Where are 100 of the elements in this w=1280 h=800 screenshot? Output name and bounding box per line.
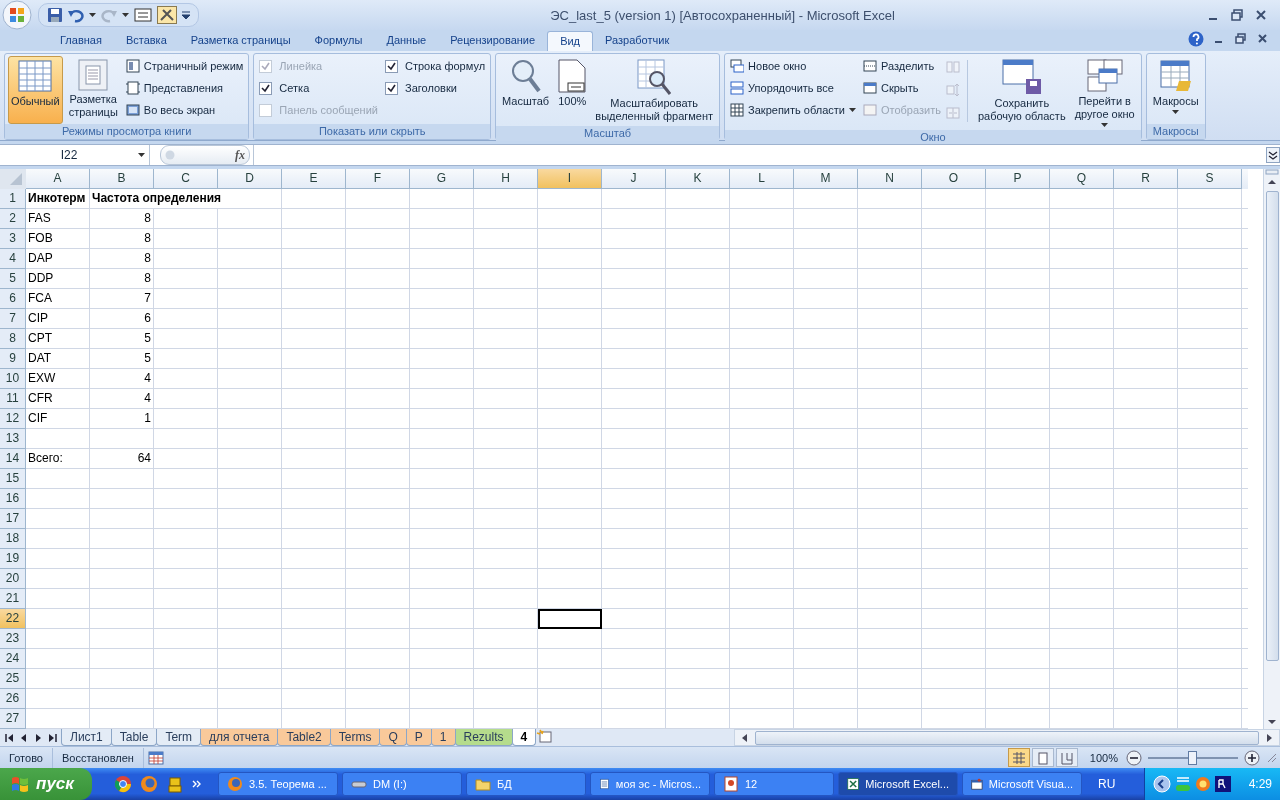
row-header[interactable]: 11 <box>0 389 26 410</box>
function-field[interactable]: fx <box>160 145 250 165</box>
view-button[interactable] <box>1007 748 1030 768</box>
row-header[interactable]: 2 <box>0 209 26 230</box>
row-header[interactable]: 18 <box>0 529 26 550</box>
ribbon-button[interactable]: Скрыть <box>861 79 943 97</box>
ribbon-button[interactable]: 100% <box>555 55 590 126</box>
row-header[interactable]: 5 <box>0 269 26 290</box>
row-header[interactable]: 23 <box>0 629 26 650</box>
sheet-tab[interactable]: 4 <box>511 729 537 747</box>
sheet-tab[interactable]: Лист1 <box>61 729 112 747</box>
horizontal-scrollbar[interactable] <box>734 729 1280 747</box>
ribbon-button[interactable]: Разделить <box>861 57 943 75</box>
ribbon-button[interactable]: Разметка страницы <box>65 55 121 124</box>
row-header[interactable]: 24 <box>0 649 26 670</box>
taskbar-button[interactable]: Microsoft Visua... <box>962 772 1082 796</box>
row-header[interactable]: 26 <box>0 689 26 710</box>
taskbar-button[interactable]: БД <box>466 772 586 796</box>
customize-icon[interactable] <box>182 11 190 19</box>
undo-icon[interactable] <box>68 7 84 23</box>
ribbon-button[interactable]: Масштабировать выделенный фрагмент <box>592 55 717 126</box>
restore-icon[interactable] <box>1230 8 1244 22</box>
ribbon-tab[interactable]: Разметка страницы <box>178 30 303 51</box>
help-icon[interactable] <box>1188 30 1204 47</box>
column-header[interactable]: Q <box>1050 169 1114 190</box>
row-header[interactable]: 6 <box>0 289 26 310</box>
taskbar-button[interactable]: DM (I:) <box>342 772 462 796</box>
sheet-tab[interactable]: Q <box>379 729 407 747</box>
sheet-tab[interactable]: Terms <box>329 729 381 747</box>
column-header[interactable]: P <box>986 169 1050 190</box>
ribbon-button[interactable]: Масштаб <box>499 55 553 126</box>
row-header[interactable]: 13 <box>0 429 26 450</box>
browser-icon[interactable] <box>114 775 132 793</box>
sheet-tab[interactable]: для отчета <box>200 729 279 747</box>
last-sheet-icon[interactable] <box>46 731 58 744</box>
slider-thumb[interactable] <box>1188 750 1197 765</box>
row-header[interactable]: 14 <box>0 449 26 470</box>
row-header[interactable]: 8 <box>0 329 26 350</box>
more-icon[interactable] <box>192 779 202 789</box>
checkbox[interactable]: Сетка <box>257 79 380 97</box>
zoom-out-icon[interactable] <box>1126 749 1142 766</box>
row-header[interactable]: 19 <box>0 549 26 570</box>
row-header[interactable]: 22 <box>0 609 26 630</box>
row-header[interactable]: 1 <box>0 189 26 210</box>
row-header[interactable]: 16 <box>0 489 26 510</box>
column-header[interactable]: I <box>538 169 602 190</box>
column-header[interactable]: J <box>602 169 666 190</box>
row-header[interactable]: 3 <box>0 229 26 250</box>
row-header[interactable]: 4 <box>0 249 26 270</box>
form-icon[interactable] <box>134 8 152 22</box>
active-cell[interactable] <box>538 609 602 630</box>
row-header[interactable]: 20 <box>0 569 26 590</box>
ribbon-button[interactable]: Новое окно <box>728 57 858 75</box>
row-header[interactable]: 10 <box>0 369 26 390</box>
taskbar-button[interactable]: моя эс - Micros... <box>590 772 710 796</box>
ribbon-button[interactable]: Во весь экран <box>123 101 246 119</box>
sheet-tab[interactable]: Table2 <box>277 729 331 747</box>
column-header[interactable]: E <box>282 169 346 190</box>
row-header[interactable]: 12 <box>0 409 26 430</box>
ribbon-tab[interactable]: Данные <box>374 30 439 51</box>
row-header[interactable]: 21 <box>0 589 26 610</box>
checkbox[interactable]: Строка формул <box>383 57 488 75</box>
split-handle-icon[interactable] <box>1265 169 1279 176</box>
ribbon-button[interactable]: Закрепить области <box>728 101 858 119</box>
ribbon-tab[interactable]: Вставка <box>113 30 179 51</box>
first-sheet-icon[interactable] <box>4 731 16 744</box>
zoom-in-icon[interactable] <box>1244 749 1260 766</box>
language-indicator[interactable]: RU <box>1086 777 1124 791</box>
ribbon-button[interactable]: Макросы <box>1149 55 1202 124</box>
vertical-scrollbar[interactable] <box>1263 169 1280 730</box>
column-header[interactable]: S <box>1178 169 1242 190</box>
column-header[interactable]: L <box>730 169 794 190</box>
ribbon-tab[interactable]: Разработчик <box>593 30 682 51</box>
taskbar-button[interactable]: Microsoft Excel... <box>838 772 958 796</box>
column-header[interactable]: C <box>154 169 218 190</box>
ribbon-tab[interactable]: Вид <box>547 30 594 51</box>
column-header[interactable]: D <box>218 169 282 190</box>
column-header[interactable]: K <box>666 169 730 190</box>
sheet-tab[interactable]: Term <box>156 729 202 747</box>
scrollbar-thumb[interactable] <box>755 730 1259 745</box>
column-header[interactable]: A <box>26 169 90 190</box>
column-header[interactable]: H <box>474 169 538 190</box>
column-header[interactable]: M <box>794 169 858 190</box>
sheet-tab[interactable]: Table <box>110 729 158 747</box>
expand-tray-icon[interactable] <box>1152 775 1171 793</box>
row-header[interactable]: 25 <box>0 669 26 690</box>
ribbon-button[interactable]: Страничный режим <box>123 57 246 75</box>
ribbon-button[interactable]: Сохранить рабочую область <box>974 55 1069 130</box>
office-logo-icon[interactable] <box>2 0 32 30</box>
column-header[interactable]: B <box>90 169 154 190</box>
column-header[interactable]: R <box>1114 169 1178 190</box>
row-header[interactable]: 15 <box>0 469 26 490</box>
row-header[interactable]: 7 <box>0 309 26 330</box>
column-header[interactable]: F <box>346 169 410 190</box>
ribbon-tab[interactable]: Формулы <box>302 30 375 51</box>
checkbox[interactable]: Заголовки <box>383 79 488 97</box>
column-header[interactable]: O <box>922 169 986 190</box>
name-box[interactable]: I22 <box>0 145 150 165</box>
row-header[interactable]: 9 <box>0 349 26 370</box>
scrollbar-thumb[interactable] <box>1265 191 1279 662</box>
